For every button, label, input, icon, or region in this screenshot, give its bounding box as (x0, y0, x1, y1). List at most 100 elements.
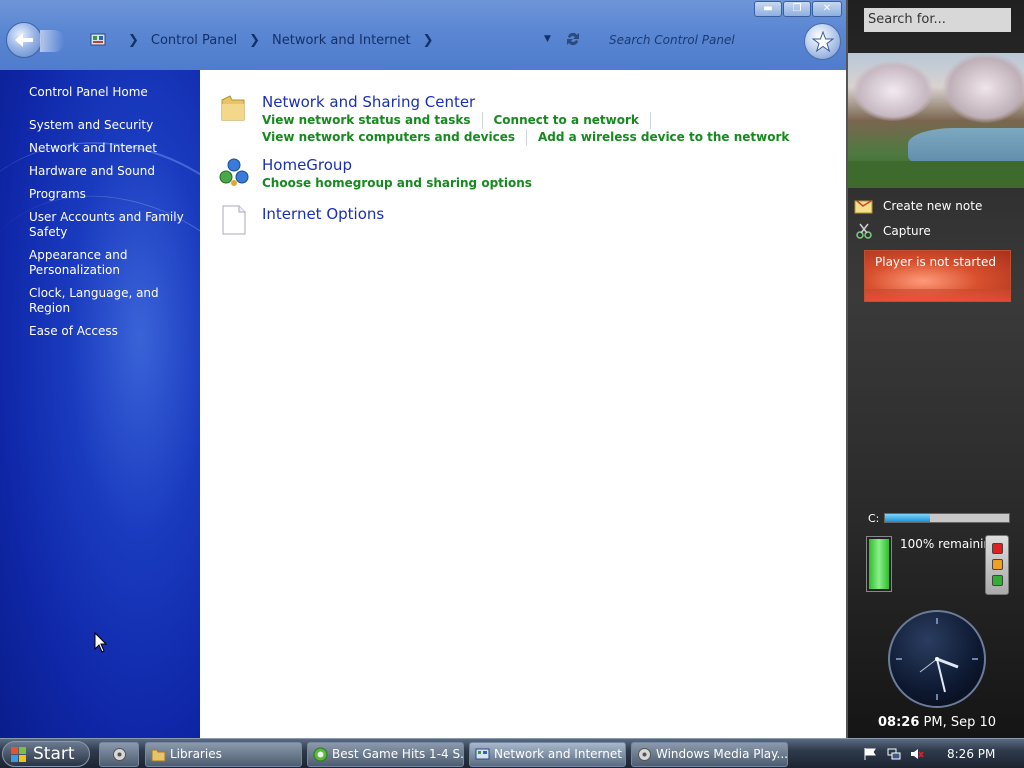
media-player-gadget[interactable]: Player is not started (864, 250, 1011, 302)
task-link[interactable]: View network computers and devices (262, 129, 527, 146)
start-label: Start (33, 744, 75, 764)
breadcrumb-item-network-and-internet[interactable]: Network and Internet (272, 33, 411, 48)
task-link[interactable]: View network status and tasks (262, 112, 483, 129)
battery-status: 100% remaining (900, 537, 999, 551)
breadcrumb: ❯ Control Panel ❯ Network and Internet ❯ (90, 30, 446, 50)
title-bar: ▬ ❐ ✕ ❯ Control Panel ❯ Network and Inte… (0, 0, 846, 70)
capture-row[interactable]: Capture (854, 221, 931, 241)
control-panel-icon (475, 748, 490, 760)
tray-clock[interactable]: 8:26 PM (947, 747, 995, 761)
clock-date: PM, Sep 10 (923, 715, 997, 730)
sidebar-item-user-accounts[interactable]: User Accounts and Family Safety (29, 210, 194, 240)
task-link[interactable]: Choose homegroup and sharing options (262, 175, 543, 192)
taskbar-item-label: Windows Media Play... (656, 747, 788, 761)
category-links: View network status and tasks Connect to… (262, 112, 822, 146)
photo-tree (853, 61, 933, 121)
network-icon[interactable] (887, 747, 901, 761)
breadcrumb-item-control-panel[interactable]: Control Panel (151, 33, 237, 48)
taskbar-item-label: Network and Internet (494, 747, 622, 761)
taskbar: Start Libraries Best Game Hits 1-4 S... (0, 738, 1024, 768)
clock-readout: 08:26 PM, Sep 10 (848, 715, 1024, 730)
sidebar-item-control-panel-home[interactable]: Control Panel Home (29, 85, 148, 99)
system-tray: 8:26 PM (855, 742, 1023, 767)
category-title[interactable]: HomeGroup (262, 155, 822, 175)
slideshow-gadget[interactable] (848, 53, 1024, 188)
category-title[interactable]: Internet Options (262, 204, 384, 224)
gadget-sidebar: Search for... Create new note Capture Pl… (846, 0, 1024, 738)
sidebar-item-clock-language-region[interactable]: Clock, Language, and Region (29, 286, 194, 316)
capture-label: Capture (883, 224, 931, 238)
close-button[interactable]: ✕ (812, 1, 842, 17)
taskbar-item-label: Libraries (170, 747, 222, 761)
favorites-button[interactable] (804, 23, 841, 60)
folder-icon (221, 95, 245, 121)
breadcrumb-chevron-icon[interactable]: ❯ (249, 33, 260, 48)
taskbar-item-network-and-internet[interactable]: Network and Internet (469, 742, 626, 767)
main-content: Network and Sharing Center View network … (200, 70, 846, 738)
sidebar-item-programs[interactable]: Programs (29, 187, 194, 202)
star-icon (812, 31, 834, 53)
breadcrumb-chevron-icon[interactable]: ❯ (423, 33, 434, 48)
sidebar-item-system-and-security[interactable]: System and Security (29, 118, 194, 133)
folder-icon (151, 749, 166, 762)
windows-logo-icon (11, 747, 26, 762)
search-input[interactable]: Search Control Panel (600, 30, 790, 50)
window-controls: ▬ ❐ ✕ (754, 1, 842, 17)
category-title[interactable]: Network and Sharing Center (262, 92, 822, 112)
sidebar-item-appearance[interactable]: Appearance and Personalization (29, 248, 194, 278)
red-light-icon (992, 543, 1003, 554)
sidebar-item-hardware-and-sound[interactable]: Hardware and Sound (29, 164, 194, 179)
scissors-icon (856, 223, 872, 239)
quick-launch-media-button[interactable] (99, 742, 139, 767)
minimize-button[interactable]: ▬ (754, 1, 782, 17)
document-icon (222, 205, 246, 235)
taskbar-item-label: Best Game Hits 1-4 S... (332, 747, 464, 761)
drive-label: C: (868, 512, 880, 525)
photo-grass (848, 161, 1024, 188)
task-link[interactable]: Connect to a network (494, 112, 651, 129)
note-icon (854, 200, 873, 214)
taskbar-item-browser[interactable]: Best Game Hits 1-4 S... (307, 742, 464, 767)
traffic-light-icon (985, 535, 1009, 595)
clock-time: 08:26 (877, 715, 920, 730)
back-arrow-icon (15, 33, 33, 47)
create-note-row[interactable]: Create new note (854, 196, 982, 216)
forward-button[interactable] (40, 30, 64, 52)
category-network-sharing-center: Network and Sharing Center View network … (218, 92, 822, 146)
start-button[interactable]: Start (2, 741, 90, 767)
green-light-icon (992, 575, 1003, 586)
task-link[interactable]: Add a wireless device to the network (538, 129, 800, 146)
address-dropdown-icon[interactable]: ▼ (544, 34, 551, 44)
battery-icon (866, 536, 892, 592)
refresh-icon[interactable] (565, 31, 581, 47)
create-note-label: Create new note (883, 199, 983, 213)
gadget-search-input[interactable]: Search for... (864, 8, 1011, 32)
clock-hands-icon (896, 618, 978, 700)
action-center-flag-icon[interactable] (863, 747, 877, 761)
taskbar-item-media-player[interactable]: Windows Media Play... (631, 742, 788, 767)
sidebar-list: System and Security Network and Internet… (29, 118, 194, 347)
control-panel-window: ▬ ❐ ✕ ❯ Control Panel ❯ Network and Inte… (0, 0, 846, 738)
drive-usage-fill (885, 514, 930, 522)
volume-muted-icon[interactable] (910, 747, 924, 761)
sidebar-item-network-and-internet[interactable]: Network and Internet (29, 141, 194, 156)
mouse-cursor-icon (94, 632, 108, 653)
media-player-icon (113, 748, 126, 761)
media-player-icon (638, 748, 651, 761)
player-status: Player is not started (875, 255, 996, 269)
photo-tree (943, 53, 1024, 123)
category-internet-options: Internet Options (218, 204, 384, 236)
category-links: Choose homegroup and sharing options (262, 175, 822, 192)
control-panel-icon (90, 33, 106, 46)
restore-button[interactable]: ❐ (783, 1, 811, 17)
category-homegroup: HomeGroup Choose homegroup and sharing o… (218, 155, 822, 192)
sidebar-item-ease-of-access[interactable]: Ease of Access (29, 324, 194, 339)
drive-meter-gadget: C: (868, 512, 1014, 525)
drive-usage-bar (884, 513, 1010, 523)
back-button[interactable] (6, 22, 42, 58)
clock-gadget[interactable] (888, 610, 986, 708)
taskbar-item-libraries[interactable]: Libraries (145, 742, 302, 767)
browser-icon (313, 747, 328, 762)
amber-light-icon (992, 559, 1003, 570)
battery-level-fill (869, 539, 889, 589)
